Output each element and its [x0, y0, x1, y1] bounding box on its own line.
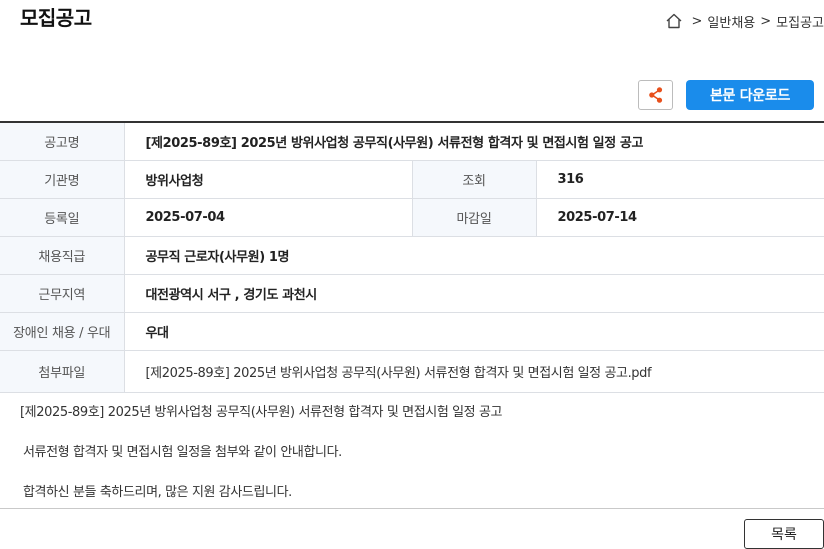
- body-line: 서류전형 합격자 및 면접시험 일정을 첨부와 같이 안내합니다.: [23, 445, 342, 460]
- title-label: 공고명: [0, 121, 125, 161]
- region-label: 근무지역: [0, 274, 125, 313]
- page-title: 모집공고: [20, 6, 92, 30]
- breadcrumb-separator: >: [760, 13, 772, 29]
- table-row: 근무지역 대전광역시 서구 , 경기도 과천시: [0, 274, 824, 313]
- download-body-button[interactable]: 본문 다운로드: [686, 80, 814, 110]
- views-label: 조회: [412, 160, 537, 199]
- table-row: 등록일 2025-07-04 마감일 2025-07-14: [0, 198, 824, 237]
- breadcrumb-separator: >: [691, 13, 703, 29]
- breadcrumb: > 일반채용 > 모집공고: [665, 11, 824, 31]
- notice-body: [제2025-89호] 2025년 방위사업청 공무직(사무원) 서류전형 합격…: [20, 403, 502, 523]
- title-value: [제2025-89호] 2025년 방위사업청 공무직(사무원) 서류전형 합격…: [124, 121, 824, 161]
- reg-date-label: 등록일: [0, 198, 125, 237]
- share-button[interactable]: [638, 80, 673, 110]
- list-button[interactable]: 목록: [744, 519, 824, 549]
- table-row: 공고명 [제2025-89호] 2025년 방위사업청 공무직(사무원) 서류전…: [0, 121, 824, 161]
- grade-label: 채용직급: [0, 236, 125, 275]
- attachment-file-link[interactable]: [제2025-89호] 2025년 방위사업청 공무직(사무원) 서류전형 합격…: [124, 350, 824, 393]
- body-line: [제2025-89호] 2025년 방위사업청 공무직(사무원) 서류전형 합격…: [20, 405, 503, 420]
- breadcrumb-link-recruit-notice[interactable]: 모집공고: [776, 12, 824, 31]
- agency-value: 방위사업청: [124, 160, 413, 199]
- share-icon: [648, 87, 662, 103]
- table-row: 첨부파일 [제2025-89호] 2025년 방위사업청 공무직(사무원) 서류…: [0, 350, 824, 393]
- deadline-value: 2025-07-14: [536, 198, 824, 237]
- disabled-hiring-value: 우대: [124, 312, 824, 351]
- body-line: 합격하신 분들 축하드리며, 많은 지원 감사드립니다.: [23, 485, 292, 500]
- disabled-hiring-label: 장애인 채용 / 우대: [0, 312, 125, 351]
- breadcrumb-link-general-hiring[interactable]: 일반채용: [707, 12, 755, 31]
- region-value: 대전광역시 서구 , 경기도 과천시: [124, 274, 824, 313]
- home-icon[interactable]: [665, 12, 683, 30]
- table-row: 기관명 방위사업청 조회 316: [0, 160, 824, 199]
- agency-label: 기관명: [0, 160, 125, 199]
- table-row: 장애인 채용 / 우대 우대: [0, 312, 824, 351]
- grade-value: 공무직 근로자(사무원) 1명: [124, 236, 824, 275]
- deadline-label: 마감일: [412, 198, 537, 237]
- divider: [0, 508, 824, 509]
- reg-date-value: 2025-07-04: [124, 198, 413, 237]
- attachment-label: 첨부파일: [0, 350, 125, 393]
- views-value: 316: [536, 160, 824, 199]
- table-row: 채용직급 공무직 근로자(사무원) 1명: [0, 236, 824, 275]
- notice-info-table: 공고명 [제2025-89호] 2025년 방위사업청 공무직(사무원) 서류전…: [0, 121, 824, 393]
